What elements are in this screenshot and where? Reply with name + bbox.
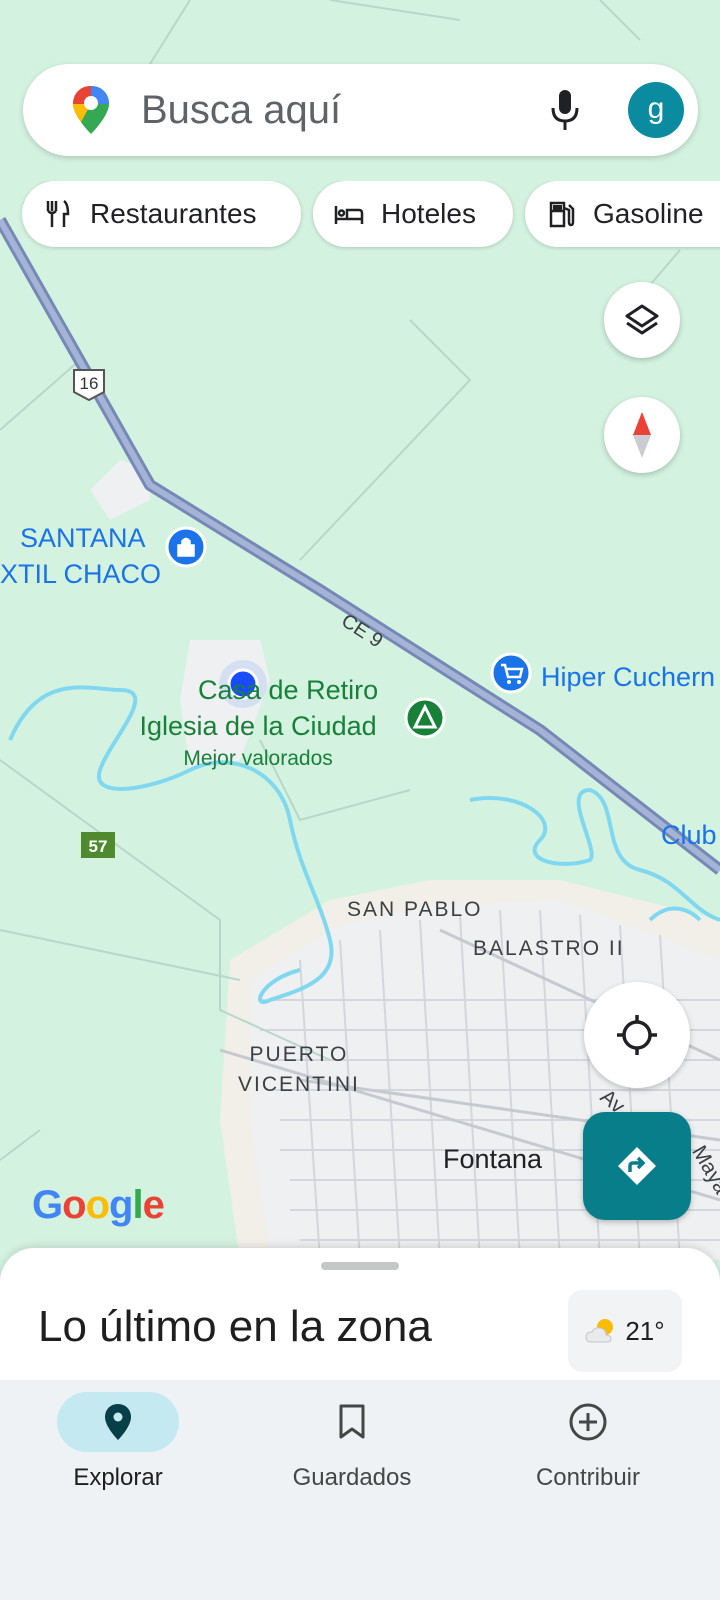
google-logo-letter: o (62, 1183, 86, 1227)
search-input[interactable]: Busca aquí (141, 88, 341, 133)
crosshair-icon (617, 1015, 657, 1055)
chip-gas-label: Gasoline (593, 198, 704, 229)
bookmark-icon (339, 1404, 365, 1439)
directions-icon (618, 1147, 656, 1185)
account-avatar[interactable]: g (628, 82, 684, 138)
place-label-casa-sub: Mejor valorados (183, 747, 333, 770)
camping-pin-icon (404, 697, 446, 739)
partly-cloudy-icon (585, 1319, 614, 1343)
chip-restaurants-label: Restaurantes (90, 198, 257, 229)
compass-icon (633, 412, 651, 458)
svg-text:57: 57 (89, 837, 108, 856)
place-label-hiper[interactable]: Hiper Cuchern (541, 662, 715, 693)
place-label-casa-line2: Iglesia de la Ciudad (139, 711, 377, 741)
bottom-navigation: Explorar Guardados Contribuir (0, 1380, 720, 1600)
city-label-fontana: Fontana (443, 1144, 543, 1174)
category-chips: Restaurantes Hoteles Gasoline (0, 181, 720, 251)
place-label-santana[interactable]: SANTANA XTIL CHACO (0, 520, 161, 592)
place-label-santana-line2: XTIL CHACO (0, 559, 162, 589)
area-label-san-pablo: SAN PABLO (347, 898, 483, 921)
gas-station-icon (549, 201, 575, 228)
compass-button[interactable] (604, 397, 680, 473)
chip-gas[interactable]: Gasoline (525, 181, 720, 247)
restaurant-icon (46, 200, 70, 227)
temperature-value: 21° (625, 1315, 665, 1346)
google-logo-letter: o (85, 1183, 110, 1227)
nav-contribute[interactable]: Contribuir (488, 1392, 688, 1492)
nav-saved-pill[interactable] (291, 1392, 413, 1452)
google-logo: Google (32, 1183, 165, 1228)
layers-icon (625, 304, 659, 335)
weather-chip[interactable]: 21° (568, 1290, 682, 1372)
explore-pin-icon (105, 1404, 131, 1440)
nav-saved-label: Guardados (292, 1464, 412, 1491)
google-logo-letter: G (32, 1183, 63, 1227)
layers-button[interactable] (604, 282, 680, 358)
place-label-casa-retiro[interactable]: Casa de Retiro Iglesia de la Ciudad Mejo… (138, 672, 378, 774)
area-label-puerto-vicentini: PUERTO VICENTINI (238, 1040, 360, 1100)
place-label-santana-line1: SANTANA (20, 523, 146, 553)
svg-text:16: 16 (80, 374, 99, 393)
shopping-cart-pin-icon (490, 652, 532, 694)
directions-button[interactable] (583, 1112, 691, 1220)
hotel-icon (334, 206, 364, 224)
search-bar[interactable]: Busca aquí g (23, 64, 698, 156)
nav-explore-pill[interactable] (57, 1392, 179, 1452)
add-circle-icon (569, 1403, 607, 1441)
google-logo-letter: g (109, 1183, 133, 1227)
sheet-title: Lo último en la zona (38, 1302, 432, 1351)
nav-explore[interactable]: Explorar (18, 1392, 218, 1492)
place-label-club[interactable]: Club (661, 820, 717, 851)
place-label-casa-line1: Casa de Retiro (198, 675, 379, 705)
google-maps-logo-icon (73, 86, 109, 134)
sheet-drag-handle[interactable] (321, 1262, 399, 1270)
nav-contribute-pill[interactable] (527, 1392, 649, 1452)
nav-explore-label: Explorar (73, 1464, 163, 1491)
chip-hotels[interactable]: Hoteles (313, 181, 513, 247)
route-shield-57: 57 (81, 832, 115, 858)
my-location-button[interactable] (584, 982, 690, 1088)
microphone-icon[interactable] (550, 88, 580, 132)
route-shield-16: 16 (73, 369, 105, 402)
area-label-puerto-line2: VICENTINI (238, 1073, 360, 1096)
shopping-pin-icon (165, 526, 207, 568)
area-label-puerto-line1: PUERTO (249, 1043, 349, 1066)
latest-in-area-sheet[interactable]: Lo último en la zona 21° (0, 1248, 720, 1380)
nav-saved[interactable]: Guardados (252, 1392, 452, 1492)
google-logo-letter: e (142, 1183, 165, 1227)
google-logo-letter: l (132, 1183, 143, 1227)
nav-contribute-label: Contribuir (535, 1464, 641, 1491)
area-label-balastro: BALASTRO II (473, 937, 625, 960)
chip-hotels-label: Hoteles (381, 198, 476, 229)
chip-restaurants[interactable]: Restaurantes (22, 181, 301, 247)
